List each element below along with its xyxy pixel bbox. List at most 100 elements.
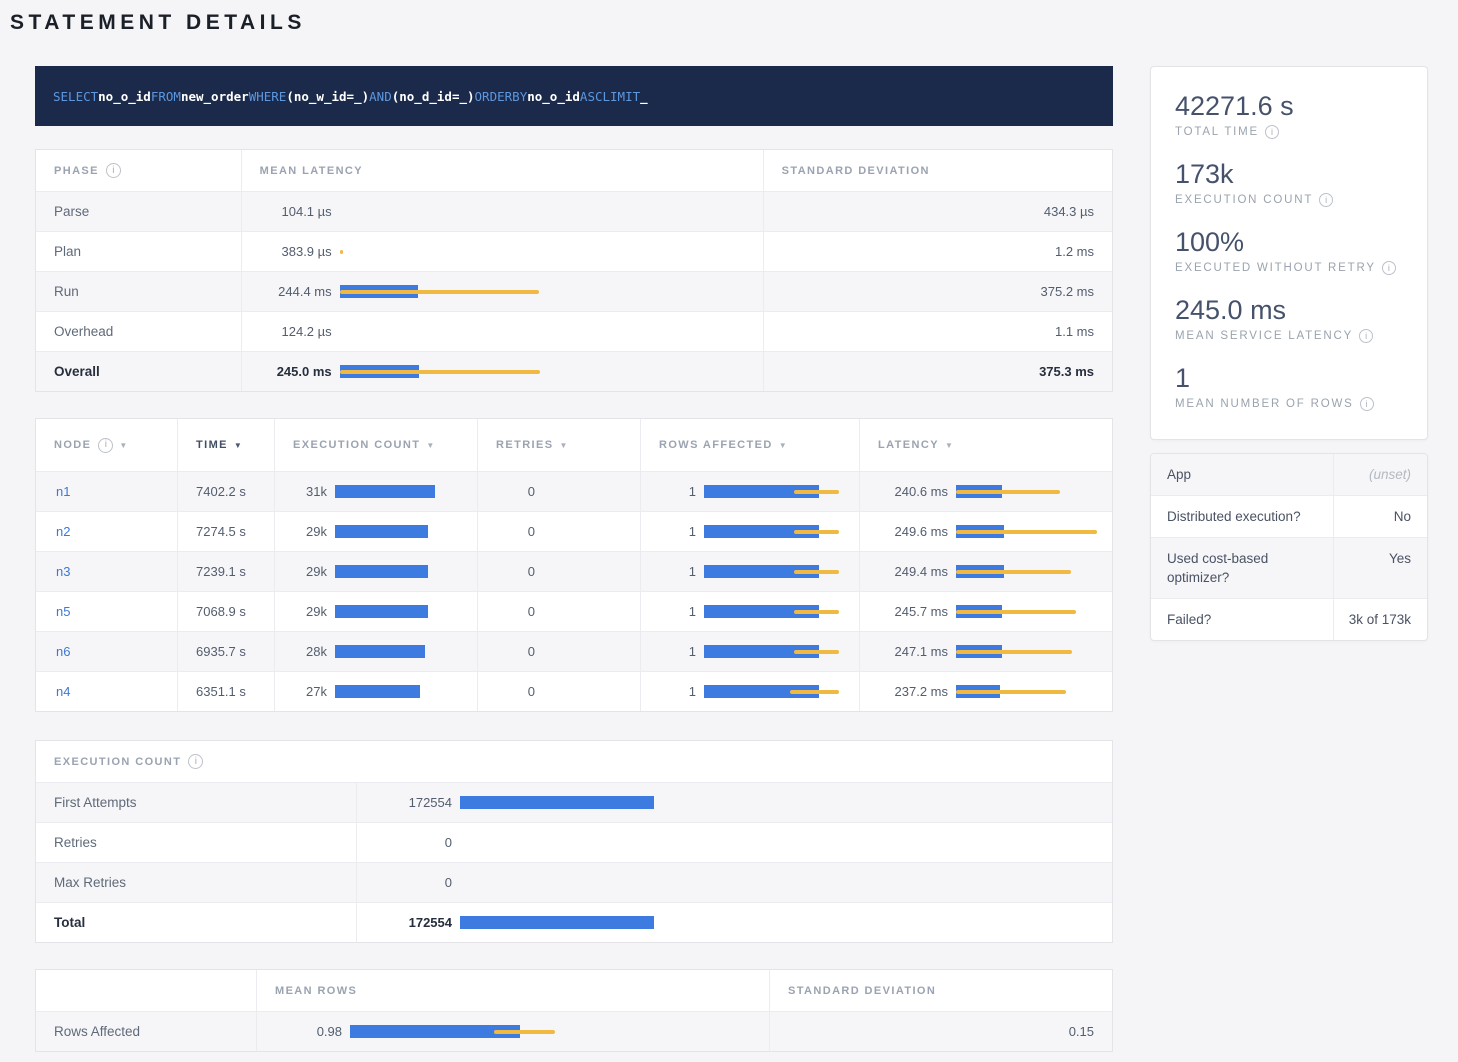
std-dev-header-cell: STANDARD DEVIATION	[763, 150, 1112, 191]
time-value: 7239.1 s	[178, 564, 246, 579]
node-header-execution-count[interactable]: EXECUTION COUNT▼	[274, 419, 477, 471]
mean-latency-header-cell: MEAN LATENCY	[241, 150, 763, 191]
phase-mean-latency-cell: 124.2 µs	[241, 312, 763, 351]
bar-mean-blue	[335, 485, 435, 498]
summary-stat: 1MEAN NUMBER OF ROWSi	[1175, 361, 1403, 413]
stat-info-icon[interactable]: i	[1360, 397, 1374, 411]
mean-latency-bar	[340, 203, 540, 220]
execution-count-cell: 29k	[274, 552, 477, 591]
latency-value: 245.7 ms	[860, 604, 948, 619]
phase-table-header: PHASE i MEAN LATENCY STANDARD DEVIATION	[36, 150, 1112, 191]
execution-count-row: First Attempts172554	[36, 782, 1112, 822]
sort-arrow-icon: ▼	[945, 441, 953, 450]
stat-value: 245.0 ms	[1175, 293, 1403, 327]
node-header-retries[interactable]: RETRIES▼	[477, 419, 640, 471]
bar-stddev-yellow	[794, 490, 839, 494]
stat-info-icon[interactable]: i	[1265, 125, 1279, 139]
retries-value: 0	[478, 604, 535, 619]
rows-affected-table: MEAN ROWS STANDARD DEVIATION Rows Affect…	[35, 969, 1113, 1052]
node-link[interactable]: n1	[56, 484, 70, 499]
mean-rows-value: 0.98	[257, 1024, 342, 1039]
retries-cell: 0	[477, 472, 640, 511]
bar-stddev-yellow	[494, 1030, 556, 1034]
execution-count-cell: 28k	[274, 632, 477, 671]
node-info-icon[interactable]: i	[98, 438, 113, 453]
std-dev-header-label: STANDARD DEVIATION	[782, 165, 930, 177]
node-header-rows-affected[interactable]: ROWS AFFECTED▼	[640, 419, 859, 471]
phase-std-cell: 1.1 ms	[763, 312, 1112, 351]
phase-mean-latency-cell: 245.0 ms	[241, 352, 763, 391]
node-cell: n3	[36, 552, 177, 591]
phase-label: Overhead	[36, 312, 241, 351]
retries-cell: 0	[477, 632, 640, 671]
node-header-node[interactable]: NODEi▼	[36, 419, 177, 471]
node-link[interactable]: n2	[56, 524, 70, 539]
bar-stddev-yellow	[956, 490, 1060, 494]
execution-count-bar	[460, 794, 660, 811]
node-table: NODEi▼TIME▼EXECUTION COUNT▼RETRIES▼ROWS …	[35, 418, 1113, 712]
detail-row: Distributed execution?No	[1151, 495, 1427, 537]
rows-affected-value: 1	[641, 684, 696, 699]
stat-info-icon[interactable]: i	[1319, 193, 1333, 207]
phase-std-cell: 375.2 ms	[763, 272, 1112, 311]
column-header-label: EXECUTION COUNT	[293, 439, 420, 451]
phase-label: Parse	[36, 192, 241, 231]
rows-affected-cell: 1	[640, 552, 859, 591]
rows-affected-bar	[704, 683, 839, 700]
mean-latency-bar	[340, 363, 540, 380]
phase-row: Plan383.9 µs1.2 ms	[36, 231, 1112, 271]
time-value: 7274.5 s	[178, 524, 246, 539]
execution-count-cell: 31k	[274, 472, 477, 511]
bar-stddev-yellow	[956, 530, 1097, 534]
retries-value: 0	[478, 564, 535, 579]
bar-stddev-yellow	[340, 370, 540, 374]
bar-stddev-yellow	[956, 690, 1066, 694]
execution-count-value-cell: 0	[356, 863, 1112, 902]
stat-info-icon[interactable]: i	[1382, 261, 1396, 275]
rows-std-header-label: STANDARD DEVIATION	[788, 985, 936, 997]
node-link[interactable]: n5	[56, 604, 70, 619]
rows-affected-cell: 1	[640, 472, 859, 511]
phase-label: Run	[36, 272, 241, 311]
node-header-time[interactable]: TIME▼	[177, 419, 274, 471]
std-dev-value: 1.1 ms	[764, 324, 1112, 339]
execution-count-bar	[460, 834, 660, 851]
node-link[interactable]: n6	[56, 644, 70, 659]
sql-identifier: no_o_id	[98, 89, 151, 104]
detail-value: Yes	[1333, 538, 1427, 598]
node-link[interactable]: n4	[56, 684, 70, 699]
execution-count-value: 0	[357, 875, 452, 890]
execution-count-row: Total172554	[36, 902, 1112, 942]
retries-cell: 0	[477, 592, 640, 631]
sql-keyword: AND	[369, 89, 392, 104]
rows-affected-body: Rows Affected0.980.15	[36, 1011, 1112, 1051]
time-value: 6935.7 s	[178, 644, 246, 659]
bar-stddev-yellow	[794, 530, 839, 534]
latency-bar	[956, 683, 1101, 700]
sort-arrow-icon: ▼	[559, 441, 567, 450]
execution-count-row: Retries0	[36, 822, 1112, 862]
sql-keyword: WHERE	[249, 89, 287, 104]
execution-count-value: 31k	[275, 484, 327, 499]
rows-affected-row: Rows Affected0.980.15	[36, 1011, 1112, 1051]
rows-affected-bar	[704, 643, 839, 660]
column-header-label: TIME	[196, 439, 228, 451]
column-header-label: ROWS AFFECTED	[659, 439, 773, 451]
phase-info-icon[interactable]: i	[106, 163, 121, 178]
phase-mean-latency-cell: 383.9 µs	[241, 232, 763, 271]
phase-mean-latency-cell: 104.1 µs	[241, 192, 763, 231]
node-link[interactable]: n3	[56, 564, 70, 579]
stat-info-icon[interactable]: i	[1359, 329, 1373, 343]
mean-rows-header-label: MEAN ROWS	[275, 985, 357, 997]
summary-stat: 42271.6 sTOTAL TIMEi	[1175, 89, 1403, 141]
retries-value: 0	[478, 524, 535, 539]
rows-affected-cell: 1	[640, 592, 859, 631]
execution-count-value: 172554	[357, 795, 452, 810]
node-header-latency[interactable]: LATENCY▼	[859, 419, 1112, 471]
execution-count-label: First Attempts	[36, 783, 356, 822]
rows-affected-cell: 1	[640, 672, 859, 711]
execution-count-bar	[335, 603, 440, 620]
bar-stddev-yellow	[956, 610, 1076, 614]
execution-count-info-icon[interactable]: i	[188, 754, 203, 769]
sql-keyword: ORDER	[475, 89, 513, 104]
